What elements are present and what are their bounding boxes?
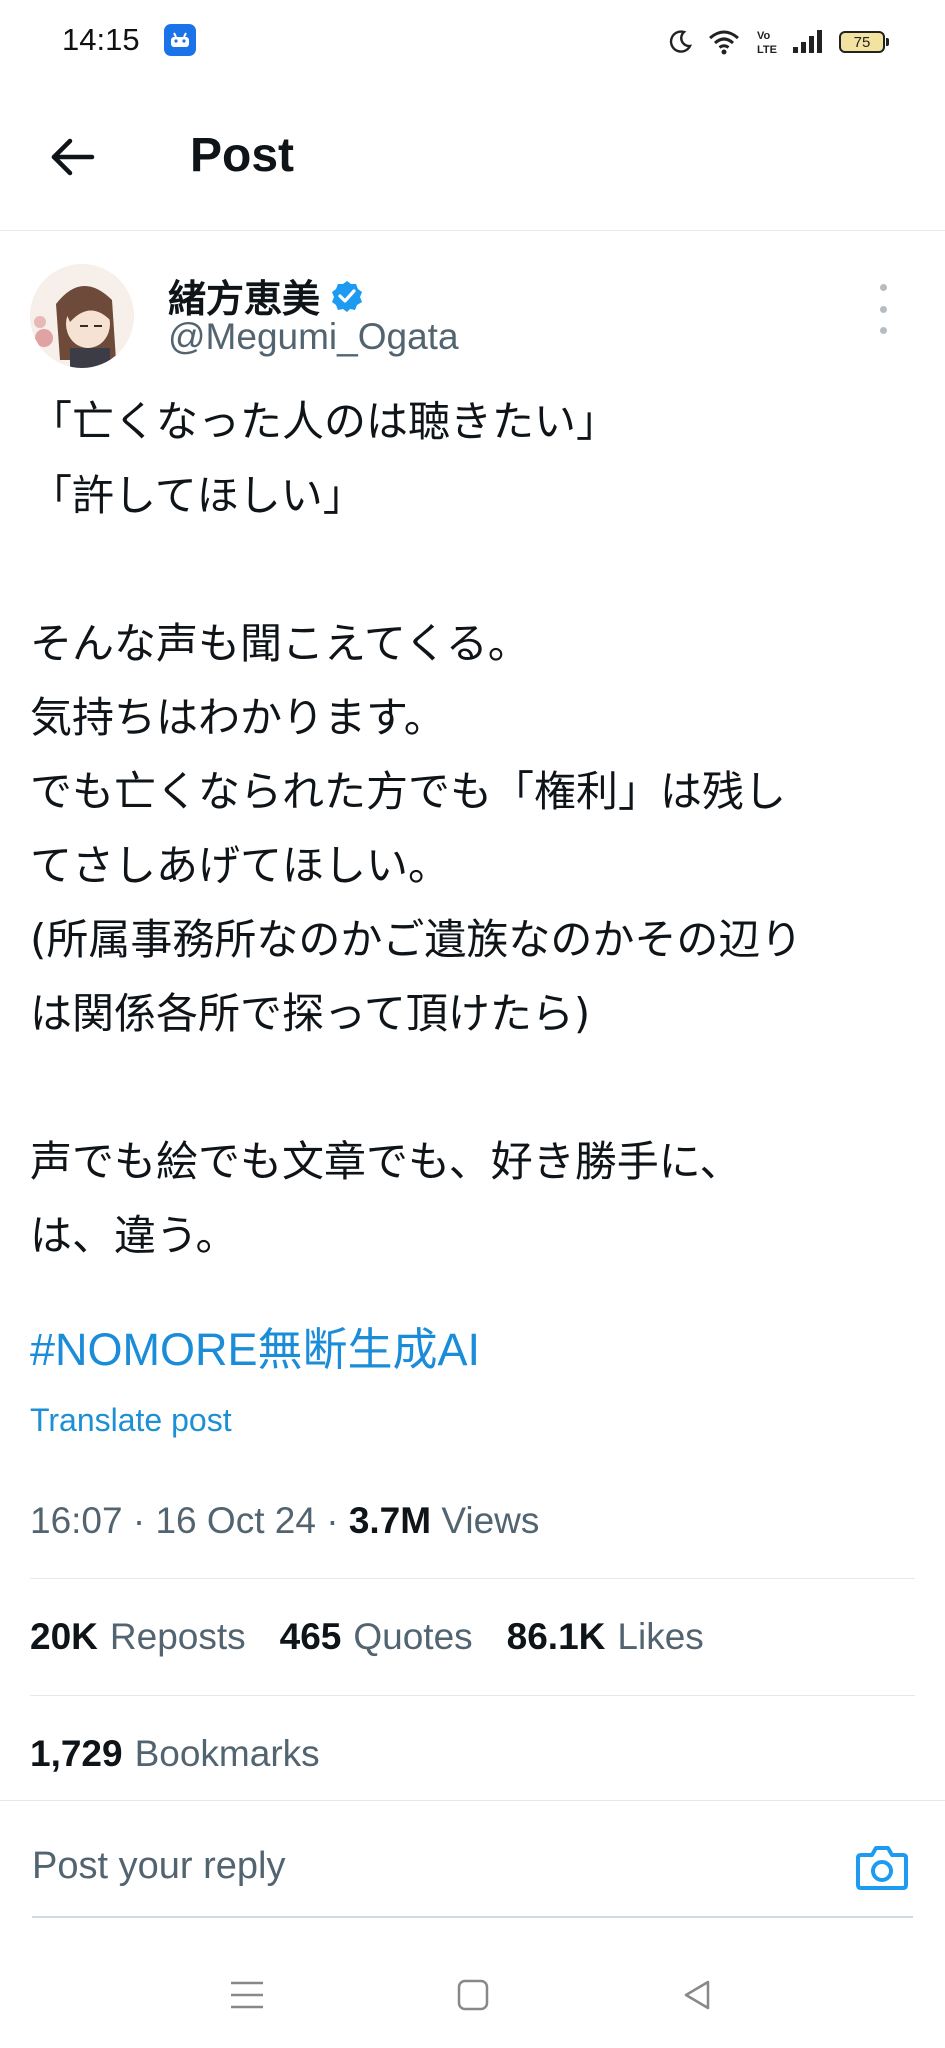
moon-icon bbox=[669, 30, 693, 53]
volte-icon: Vo LTE bbox=[757, 30, 777, 56]
reposts-stat[interactable]: 20K Reposts bbox=[30, 1616, 246, 1658]
quotes-count: 465 bbox=[279, 1616, 342, 1657]
post-time[interactable]: 16:07 bbox=[30, 1500, 123, 1541]
more-options-button[interactable] bbox=[871, 284, 895, 334]
post-meta: 16:07 · 16 Oct 24 · 3.7M Views bbox=[30, 1500, 539, 1542]
reply-underline bbox=[32, 1916, 913, 1918]
arrow-left-icon bbox=[51, 138, 95, 176]
bookmarks-stat[interactable]: 1,729 Bookmarks bbox=[30, 1733, 320, 1775]
battery-level: 75 bbox=[853, 33, 871, 51]
meta-separator: · bbox=[132, 1500, 156, 1541]
back-button[interactable] bbox=[44, 128, 102, 186]
recent-apps-button[interactable] bbox=[222, 1970, 272, 2020]
likes-stat[interactable]: 86.1K Likes bbox=[507, 1616, 704, 1658]
reply-input[interactable]: Post your reply bbox=[32, 1845, 285, 1888]
triangle-back-icon bbox=[684, 1980, 710, 2010]
author-handle[interactable]: @Megumi_Ogata bbox=[168, 316, 459, 358]
post-date[interactable]: 16 Oct 24 bbox=[155, 1500, 315, 1541]
camera-icon bbox=[856, 1846, 908, 1890]
avatar[interactable] bbox=[30, 264, 134, 368]
likes-count: 86.1K bbox=[506, 1616, 606, 1657]
translate-post-link[interactable]: Translate post bbox=[30, 1402, 232, 1439]
reposts-count: 20K bbox=[30, 1616, 98, 1657]
bookmarks-count: 1,729 bbox=[30, 1733, 123, 1774]
camera-button[interactable] bbox=[855, 1843, 909, 1891]
top-app-bar: Post bbox=[0, 84, 945, 231]
hashtag-link[interactable]: #NOMORE無断生成AI bbox=[30, 1313, 480, 1378]
quotes-label: Quotes bbox=[353, 1616, 473, 1657]
likes-label: Likes bbox=[617, 1616, 704, 1657]
author-name[interactable]: 緒方恵美 bbox=[168, 268, 320, 323]
reply-composer: Post your reply bbox=[0, 1800, 945, 1919]
battery-icon: 75 bbox=[839, 31, 889, 53]
system-nav-bar bbox=[0, 1940, 945, 2048]
verified-badge-icon bbox=[332, 280, 363, 312]
engagement-stats: 20K Reposts 465 Quotes 86.1K Likes bbox=[30, 1616, 704, 1658]
divider bbox=[30, 1695, 915, 1696]
android-notification-icon bbox=[164, 24, 196, 56]
author-name-row: 緒方恵美 bbox=[168, 268, 364, 323]
divider bbox=[30, 1578, 915, 1579]
reposts-label: Reposts bbox=[109, 1616, 246, 1657]
menu-icon bbox=[231, 1981, 263, 2009]
status-bar: 14:15 Vo LTE 75 bbox=[0, 0, 945, 84]
meta-separator: · bbox=[326, 1500, 349, 1541]
page-title: Post bbox=[190, 129, 295, 182]
status-time: 14:15 bbox=[62, 22, 140, 57]
back-nav-button[interactable] bbox=[672, 1970, 722, 2020]
signal-icon bbox=[793, 30, 822, 53]
wifi-icon bbox=[709, 30, 739, 55]
status-icons: Vo LTE 75 bbox=[667, 22, 889, 62]
post-author: 緒方恵美 @Megumi_Ogata bbox=[0, 258, 945, 368]
post-text: 「亡くなった人のは聴きたい」 「許してほしい」 そんな声も聞こえてくる。 気持ち… bbox=[30, 397, 803, 1260]
quotes-stat[interactable]: 465 Quotes bbox=[280, 1616, 473, 1658]
bookmarks-label: Bookmarks bbox=[134, 1733, 320, 1774]
views-count: 3.7M bbox=[348, 1500, 432, 1541]
svg-text:Vo: Vo bbox=[757, 30, 771, 42]
svg-text:LTE: LTE bbox=[757, 44, 777, 56]
more-dot-icon bbox=[879, 284, 887, 291]
more-dot-icon bbox=[879, 305, 887, 313]
more-dot-icon bbox=[879, 327, 887, 334]
views-label: Views bbox=[441, 1500, 540, 1541]
square-icon bbox=[457, 1979, 489, 2011]
home-button[interactable] bbox=[448, 1970, 498, 2020]
